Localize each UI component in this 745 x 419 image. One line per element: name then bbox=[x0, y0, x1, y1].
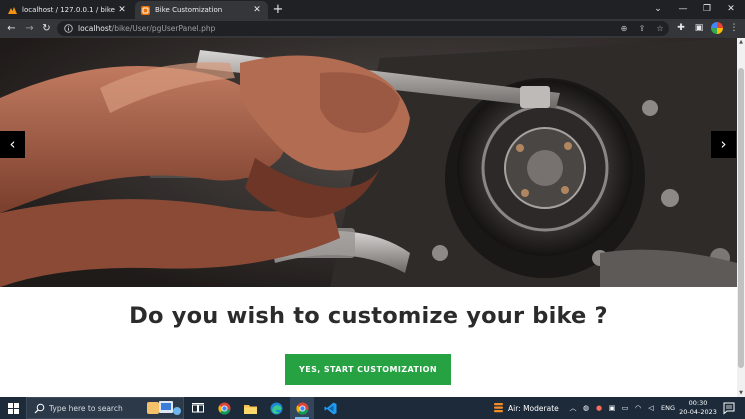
search-icon bbox=[34, 403, 45, 414]
hero-image-mechanic-repairing-engine bbox=[0, 38, 737, 287]
tray-app-icon[interactable]: ◍ bbox=[580, 397, 592, 419]
page-scrollbar[interactable]: ▲ ▼ bbox=[737, 38, 745, 397]
site-icon bbox=[141, 5, 150, 15]
taskbar-clock[interactable]: 00:30 20-04-2023 bbox=[678, 399, 718, 417]
chrome-active-window-icon[interactable] bbox=[290, 397, 314, 419]
vscode-icon[interactable] bbox=[318, 397, 342, 419]
tab-title: localhost / 127.0.0.1 / bike | php bbox=[22, 6, 117, 14]
share-icon[interactable]: ⇪ bbox=[635, 21, 649, 36]
air-quality-icon bbox=[494, 402, 503, 412]
browser-tabstrip: localhost / 127.0.0.1 / bike | php ✕ Bik… bbox=[0, 0, 745, 19]
info-icon[interactable] bbox=[64, 24, 73, 33]
weather-text: Air: Moderate bbox=[508, 403, 559, 413]
windows-taskbar: Type here to search Air: Moderate ︿ ◍ ● … bbox=[0, 397, 745, 419]
scrollbar-thumb[interactable] bbox=[738, 68, 744, 368]
profile-avatar[interactable] bbox=[711, 22, 723, 34]
tab-title: Bike Customization bbox=[155, 6, 223, 14]
language-indicator[interactable]: ENG bbox=[659, 397, 677, 419]
windows-logo-icon bbox=[7, 402, 19, 414]
scroll-down-arrow-icon[interactable]: ▼ bbox=[737, 389, 745, 397]
side-panel-icon[interactable]: ▣ bbox=[692, 21, 706, 36]
volume-icon[interactable]: ◁ bbox=[645, 397, 657, 419]
wifi-icon[interactable]: ◠ bbox=[632, 397, 644, 419]
minimize-button[interactable]: — bbox=[672, 2, 694, 16]
scroll-up-arrow-icon[interactable]: ▲ bbox=[737, 38, 745, 46]
edge-icon[interactable] bbox=[264, 397, 288, 419]
url-text: localhost/bike/User/pgUserPanel.php bbox=[78, 24, 216, 33]
notification-center-icon[interactable] bbox=[722, 401, 736, 415]
reload-icon[interactable]: ↻ bbox=[39, 21, 54, 36]
clock-time: 00:30 bbox=[688, 399, 708, 407]
tray-app-red-icon[interactable]: ● bbox=[593, 397, 605, 419]
extensions-puzzle-icon[interactable]: ✚ bbox=[674, 21, 688, 36]
bookmark-star-icon[interactable]: ☆ bbox=[653, 21, 667, 36]
tab-search-icon[interactable]: ⌄ bbox=[647, 2, 669, 16]
taskbar-search-box[interactable]: Type here to search bbox=[26, 397, 184, 419]
tray-app-square-icon[interactable]: ▣ bbox=[606, 397, 618, 419]
window-close-button[interactable]: ✕ bbox=[720, 2, 742, 16]
new-tab-button[interactable]: + bbox=[271, 3, 285, 17]
back-arrow-icon[interactable]: ← bbox=[4, 21, 19, 36]
carousel-prev-button[interactable]: ‹ bbox=[0, 131, 25, 158]
browser-toolbar: ← → ↻ localhost/bike/User/pgUserPanel.ph… bbox=[0, 19, 745, 38]
close-icon[interactable]: ✕ bbox=[252, 5, 262, 15]
menu-kebab-icon[interactable]: ⋮ bbox=[727, 21, 741, 36]
search-highlight-illustration-icon bbox=[147, 401, 181, 415]
zoom-icon[interactable]: ⊕ bbox=[617, 21, 631, 36]
restore-button[interactable]: ❐ bbox=[696, 2, 718, 16]
tab-phpmyadmin[interactable]: localhost / 127.0.0.1 / bike | php ✕ bbox=[2, 1, 133, 19]
file-explorer-icon[interactable] bbox=[238, 397, 262, 419]
forward-arrow-icon[interactable]: → bbox=[22, 21, 37, 36]
phpmyadmin-icon bbox=[8, 6, 17, 15]
tab-bike-customization[interactable]: Bike Customization ✕ bbox=[135, 1, 268, 19]
hero-carousel: ‹ › bbox=[0, 38, 737, 287]
page-viewport: ‹ › Do you wish to customize your bike ?… bbox=[0, 38, 737, 397]
close-icon[interactable]: ✕ bbox=[117, 5, 127, 15]
show-hidden-icons-chevron-icon[interactable]: ︿ bbox=[567, 397, 579, 419]
address-bar[interactable]: localhost/bike/User/pgUserPanel.php ⊕ ⇪ … bbox=[57, 21, 669, 36]
page-headline: Do you wish to customize your bike ? bbox=[129, 303, 608, 329]
windows-start-button[interactable] bbox=[0, 397, 26, 419]
clock-date: 20-04-2023 bbox=[679, 408, 717, 416]
carousel-next-button[interactable]: › bbox=[711, 131, 736, 158]
search-placeholder: Type here to search bbox=[49, 404, 123, 413]
start-customization-button[interactable]: YES, START CUSTOMIZATION bbox=[285, 354, 451, 385]
battery-icon[interactable]: ▭ bbox=[619, 397, 631, 419]
weather-widget[interactable]: Air: Moderate bbox=[493, 397, 559, 419]
task-view-icon[interactable] bbox=[186, 397, 210, 419]
chrome-taskbar-icon[interactable] bbox=[212, 397, 236, 419]
